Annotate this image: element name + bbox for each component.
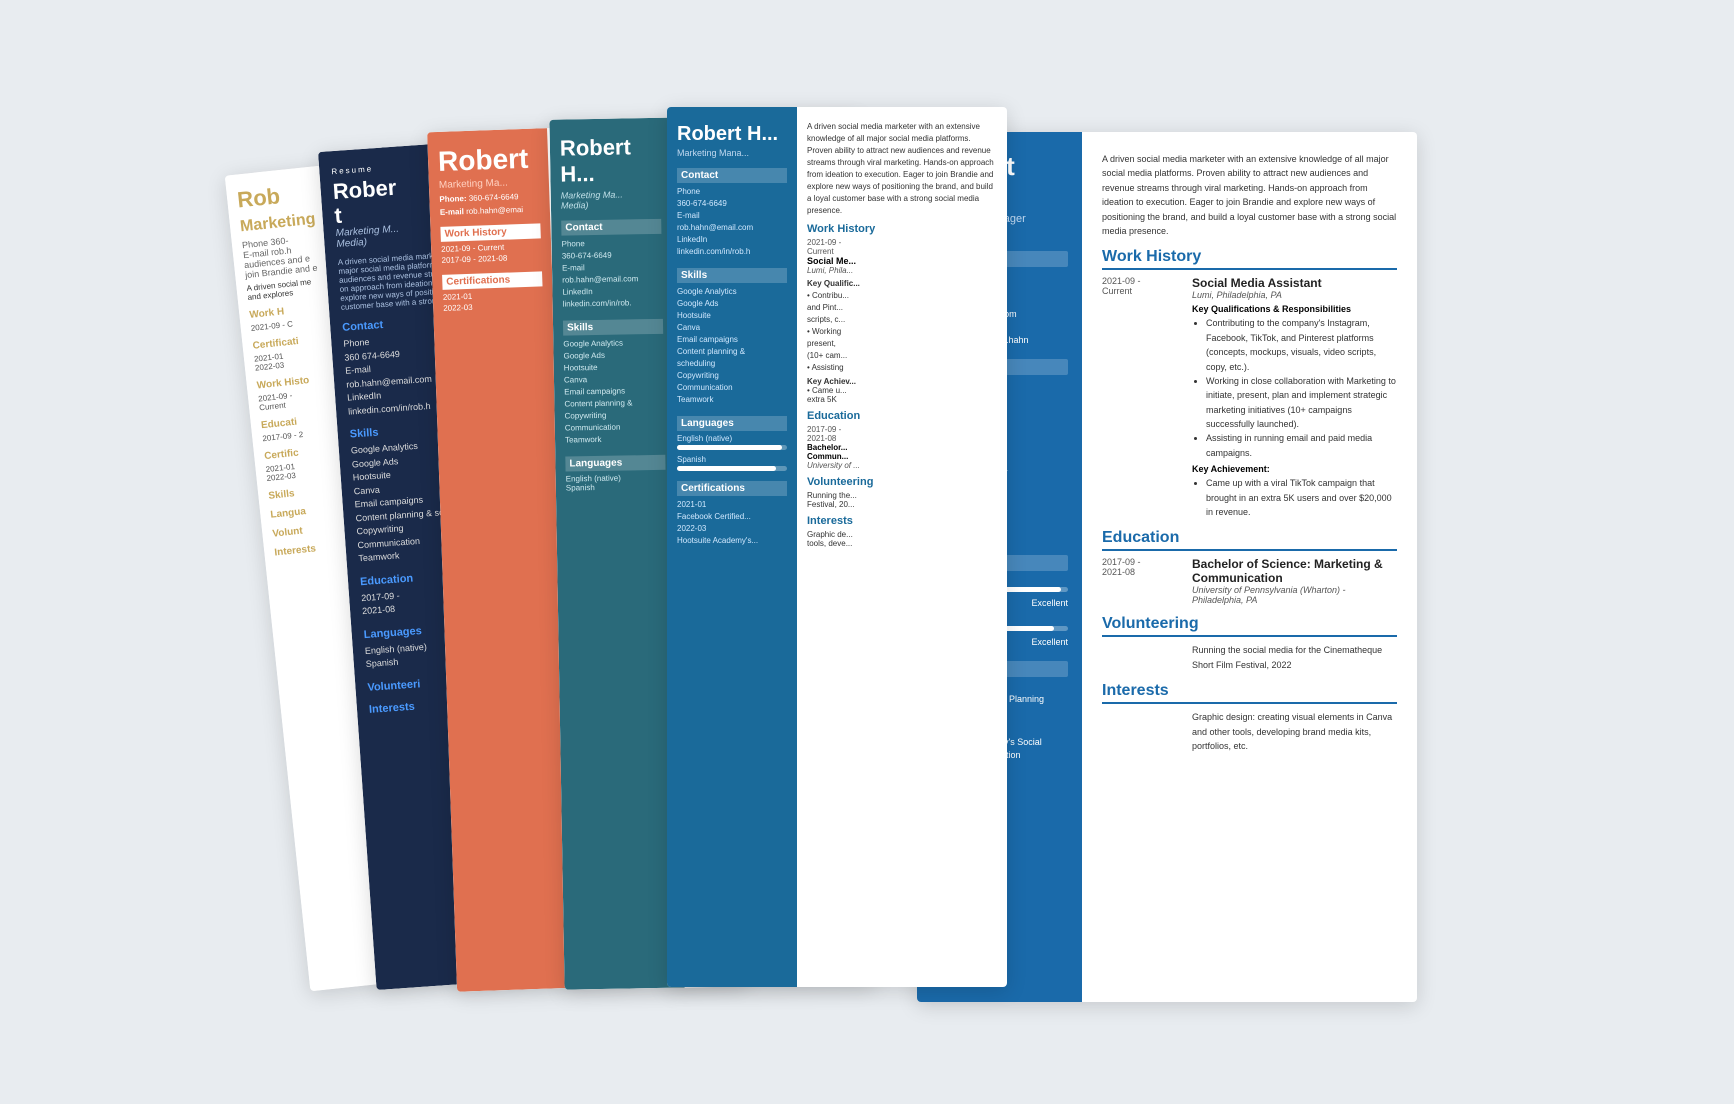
c5-contact: Phone360-674-6649E-mailrob.hahn@email.co… [677,186,787,258]
c5-job-dates: 2021-09 -Current [807,238,997,256]
c5-lang-label: Languages [677,416,787,431]
resume-scene: RobMarketing Phone 360-E-mail rob.haudie… [267,102,1467,1002]
c5-vol-text: Running the...Festival, 20... [807,491,997,509]
c5-summary: A driven social media marketer with an e… [807,121,997,217]
c5-lang2-bar [677,466,776,471]
c5-vol-label: Volunteering [807,476,997,488]
c6-ka-label: Key Achievement: [1192,464,1397,474]
c5-contact-label: Contact [677,168,787,183]
c5-job-kq: Key Qualific...• Contribu...and Pint...s… [807,278,997,374]
c5-lang1: English (native) [677,434,787,443]
c4-skills: Google AnalyticsGoogle AdsHootsuiteCanva… [563,337,665,447]
c5-skills: Google AnalyticsGoogle AdsHootsuiteCanva… [677,286,787,406]
c5-degree: Bachelor...Commun... [807,443,997,461]
c5-lang1-bar [677,445,782,450]
c3-name: Robert [438,144,539,175]
c6-kq-label: Key Qualifications & Responsibilities [1192,304,1397,314]
c5-edu-label: Education [807,410,997,422]
c3-title: Marketing Ma... [439,176,539,190]
resume-card-5: Robert H... Marketing Mana... Contact Ph… [667,107,1007,987]
c4-name: Robert H... [560,134,661,188]
c5-edu-dates: 2017-09 -2021-08 [807,425,997,443]
c5-cert-label: Certifications [677,481,787,496]
c6-job-title: Social Media Assistant [1192,276,1397,290]
c6-bullet-3: Assisting in running email and paid medi… [1206,431,1397,460]
c3-cert-label: Certifications [442,271,542,289]
c6-vol-text: Running the social media for the Cinemat… [1192,643,1397,672]
c3-edu-date: 2017-09 - 2021-08 [441,252,541,264]
c6-school: University of Pennsylvania (Wharton) - P… [1192,585,1397,605]
c5-cert: 2021-01Facebook Certified...2022-03Hoots… [677,499,787,547]
c6-edu-date: 2017-09 -2021-08 [1102,557,1182,605]
c4-lang: English (native)Spanish [566,473,666,493]
c3-email: E-mail rob.hahn@emai [440,204,540,216]
c5-int-text: Graphic de...tools, deve... [807,530,997,548]
c5-achievement: Key Achiev...• Came u...extra 5K [807,377,997,404]
c3-phone: Phone: 360-674-6649 [439,191,539,203]
c6-edu-title: Education [1102,529,1397,551]
c4-lang-label: Languages [565,455,665,472]
c5-lang2: Spanish [677,455,787,464]
c6-bullet-2: Working in close collaboration with Mark… [1206,374,1397,432]
c6-wh-title: Work History [1102,248,1397,270]
c4-skills-label: Skills [563,319,663,336]
c3-wh-label: Work History [440,223,540,241]
c5-school: University of ... [807,461,997,470]
c6-vol-title: Volunteering [1102,615,1397,637]
c4-title: Marketing Ma...Media) [561,189,661,211]
c5-title: Marketing Mana... [677,148,787,158]
c5-name: Robert H... [677,123,787,145]
c5-skills-label: Skills [677,268,787,283]
c5-wh-label: Work History [807,223,997,235]
c6-summary: A driven social media marketer with an e… [1102,152,1397,238]
c6-achievement: Came up with a viral TikTok campaign tha… [1206,476,1397,519]
c6-int-text: Graphic design: creating visual elements… [1192,710,1397,753]
c4-contact: Phone360-674-6649E-mailrob.hahn@email.co… [562,237,663,311]
c5-job-co: Lumi, Phila... [807,266,997,275]
c6-job-date: 2021-09 -Current [1102,276,1182,519]
c3-cert2: 2022-03 [443,300,543,312]
c5-job-title: Social Me... [807,256,997,266]
c6-degree: Bachelor of Science: Marketing & Communi… [1192,557,1397,585]
c4-contact-label: Contact [561,219,661,236]
c5-int-label: Interests [807,515,997,527]
c6-job-co: Lumi, Philadelphia, PA [1192,290,1397,300]
c6-int-title: Interests [1102,682,1397,704]
c6-bullet-1: Contributing to the company's Instagram,… [1206,316,1397,374]
